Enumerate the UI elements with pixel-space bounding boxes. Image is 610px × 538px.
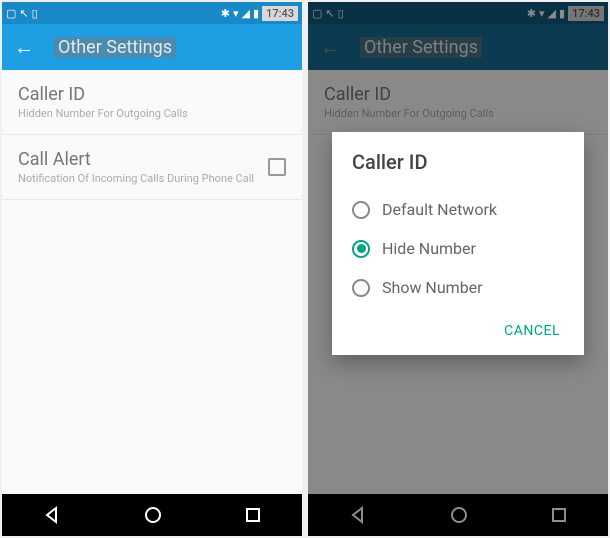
image-icon: ▢ bbox=[6, 7, 16, 20]
setting-title: Caller ID bbox=[18, 84, 286, 105]
device-icon: ▯ bbox=[32, 7, 38, 20]
wifi-icon: ▾ bbox=[233, 7, 239, 20]
back-arrow-icon[interactable]: ← bbox=[14, 35, 34, 60]
bluetooth-icon: ✱ bbox=[221, 7, 230, 20]
phone-screen-left: ▢ ↖ ▯ ✱ ▾ ◢ ▮ 17:43 ← Other Settings Cal… bbox=[2, 2, 302, 536]
app-bar: ← Other Settings bbox=[2, 24, 302, 70]
setting-subtitle: Hidden Number For Outgoing Calls bbox=[18, 107, 286, 120]
setting-call-alert[interactable]: Call Alert Notification Of Incoming Call… bbox=[2, 135, 302, 200]
radio-icon bbox=[352, 201, 370, 219]
radio-label: Hide Number bbox=[382, 239, 476, 258]
clock: 17:43 bbox=[262, 6, 298, 21]
call-forward-icon: ↖ bbox=[19, 7, 28, 20]
setting-subtitle: Notification Of Incoming Calls During Ph… bbox=[18, 172, 268, 185]
checkbox[interactable] bbox=[268, 158, 286, 176]
nav-bar bbox=[2, 494, 302, 536]
radio-label: Default Network bbox=[382, 200, 497, 219]
caller-id-dialog: Caller ID Default Network Hide Number Sh… bbox=[332, 132, 584, 355]
status-bar: ▢ ↖ ▯ ✱ ▾ ◢ ▮ 17:43 bbox=[2, 2, 302, 24]
phone-screen-right: ▢ ↖ ▯ ✱ ▾ ◢ ▮ 17:43 ← Other Settings Cal… bbox=[308, 2, 608, 536]
radio-option-default[interactable]: Default Network bbox=[352, 190, 564, 229]
radio-label: Show Number bbox=[382, 278, 483, 297]
radio-option-show[interactable]: Show Number bbox=[352, 268, 564, 307]
nav-back-icon[interactable] bbox=[42, 505, 62, 525]
nav-recent-icon[interactable] bbox=[244, 506, 262, 524]
radio-icon bbox=[352, 240, 370, 258]
signal-icon: ◢ bbox=[242, 7, 250, 20]
radio-icon bbox=[352, 279, 370, 297]
setting-caller-id[interactable]: Caller ID Hidden Number For Outgoing Cal… bbox=[2, 70, 302, 135]
settings-list: Caller ID Hidden Number For Outgoing Cal… bbox=[2, 70, 302, 494]
page-title: Other Settings bbox=[54, 37, 176, 58]
battery-icon: ▮ bbox=[253, 7, 259, 20]
setting-title: Call Alert bbox=[18, 149, 268, 170]
nav-home-icon[interactable] bbox=[143, 505, 163, 525]
cancel-button[interactable]: CANCEL bbox=[500, 317, 564, 345]
dialog-title: Caller ID bbox=[352, 150, 564, 174]
radio-option-hide[interactable]: Hide Number bbox=[352, 229, 564, 268]
dialog-actions: CANCEL bbox=[352, 307, 564, 345]
